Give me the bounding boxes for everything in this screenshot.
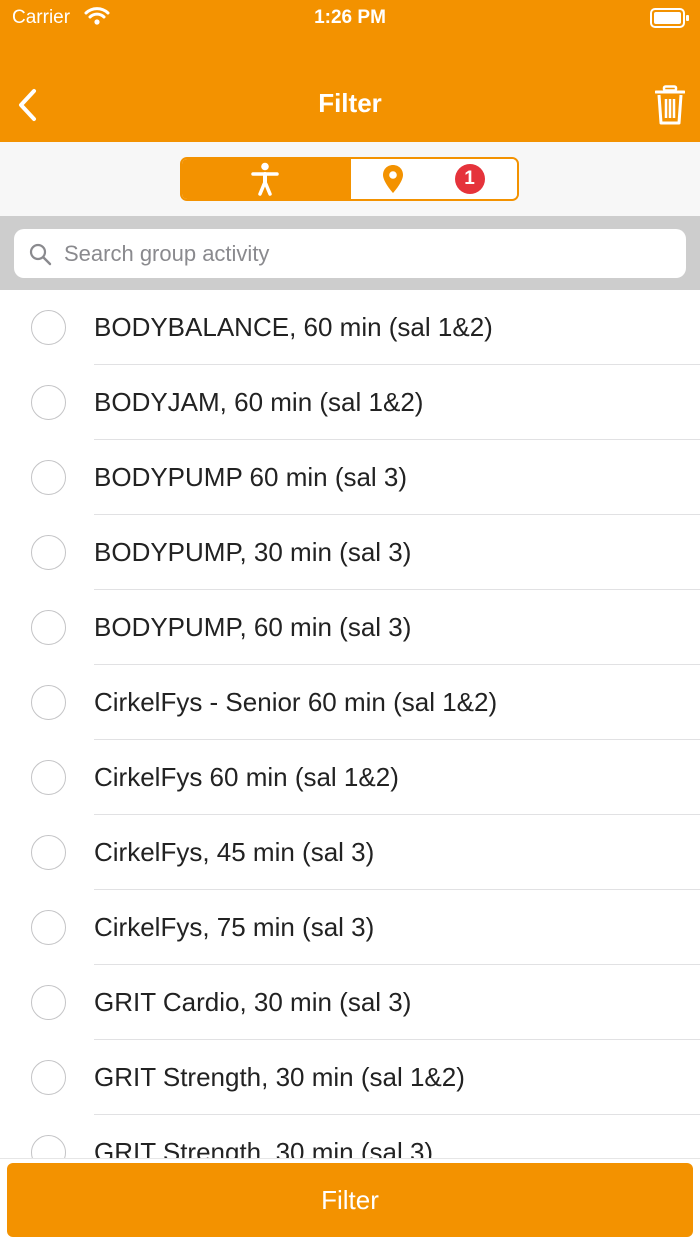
radio-button[interactable] [31, 835, 66, 870]
radio-button[interactable] [31, 610, 66, 645]
trash-icon [655, 85, 685, 125]
list-item[interactable]: BODYJAM, 60 min (sal 1&2) [0, 365, 700, 440]
radio-button[interactable] [31, 1060, 66, 1095]
activity-label: CirkelFys, 45 min (sal 3) [94, 837, 375, 867]
apply-filter-button[interactable]: Filter [7, 1163, 693, 1237]
radio-button[interactable] [31, 460, 66, 495]
list-item[interactable]: BODYPUMP, 60 min (sal 3) [0, 590, 700, 665]
activity-label: BODYPUMP, 60 min (sal 3) [94, 612, 412, 642]
status-time: 1:26 PM [314, 7, 386, 28]
radio-button[interactable] [31, 985, 66, 1020]
segment-locations[interactable]: 1 [348, 159, 517, 199]
list-item[interactable]: CirkelFys, 75 min (sal 3) [0, 890, 700, 965]
activity-label: CirkelFys - Senior 60 min (sal 1&2) [94, 687, 498, 717]
activity-label: GRIT Strength, 30 min (sal 3) [94, 1137, 434, 1158]
header: Carrier 1:26 PM Filter [0, 0, 700, 142]
search-icon [28, 242, 52, 266]
list-item[interactable]: BODYPUMP 60 min (sal 3) [0, 440, 700, 515]
activity-label: CirkelFys 60 min (sal 1&2) [94, 762, 399, 792]
radio-button[interactable] [31, 535, 66, 570]
activity-label: CirkelFys, 75 min (sal 3) [94, 912, 375, 942]
activity-label: GRIT Cardio, 30 min (sal 3) [94, 987, 412, 1017]
search-input[interactable] [64, 240, 664, 267]
filter-type-segmented-control: 1 [180, 157, 519, 201]
list-item[interactable]: CirkelFys 60 min (sal 1&2) [0, 740, 700, 815]
activity-label: GRIT Strength, 30 min (sal 1&2) [94, 1062, 465, 1092]
radio-button[interactable] [31, 385, 66, 420]
activity-label: BODYBALANCE, 60 min (sal 1&2) [94, 312, 493, 342]
activity-list: BODYBALANCE, 60 min (sal 1&2) BODYJAM, 60… [0, 290, 700, 1158]
radio-button[interactable] [31, 685, 66, 720]
status-bar: Carrier 1:26 PM [0, 0, 700, 36]
activity-label: BODYPUMP 60 min (sal 3) [94, 462, 408, 492]
search-area [0, 216, 700, 290]
activity-label: BODYJAM, 60 min (sal 1&2) [94, 387, 424, 417]
bottom-bar: Filter [0, 1158, 700, 1244]
location-count-badge: 1 [454, 164, 485, 194]
radio-button[interactable] [31, 310, 66, 345]
list-item[interactable]: BODYPUMP, 30 min (sal 3) [0, 515, 700, 590]
list-item[interactable]: CirkelFys - Senior 60 min (sal 1&2) [0, 665, 700, 740]
page-title: Filter [318, 88, 382, 118]
battery-icon [650, 8, 690, 34]
radio-button[interactable] [31, 1135, 66, 1158]
list-item[interactable]: GRIT Strength, 30 min (sal 3) [0, 1115, 700, 1158]
segment-bar: 1 [0, 142, 700, 216]
radio-button[interactable] [31, 910, 66, 945]
activity-label: BODYPUMP, 30 min (sal 3) [94, 537, 412, 567]
location-pin-icon [382, 165, 403, 193]
list-item[interactable]: GRIT Cardio, 30 min (sal 3) [0, 965, 700, 1040]
list-item[interactable]: GRIT Strength, 30 min (sal 1&2) [0, 1040, 700, 1115]
radio-button[interactable] [31, 760, 66, 795]
person-icon [251, 162, 279, 196]
segment-activities[interactable] [182, 159, 349, 199]
list-item[interactable]: BODYBALANCE, 60 min (sal 1&2) [0, 290, 700, 365]
list-item[interactable]: CirkelFys, 45 min (sal 3) [0, 815, 700, 890]
delete-filter-button[interactable] [648, 80, 692, 130]
search-field[interactable] [14, 229, 686, 278]
